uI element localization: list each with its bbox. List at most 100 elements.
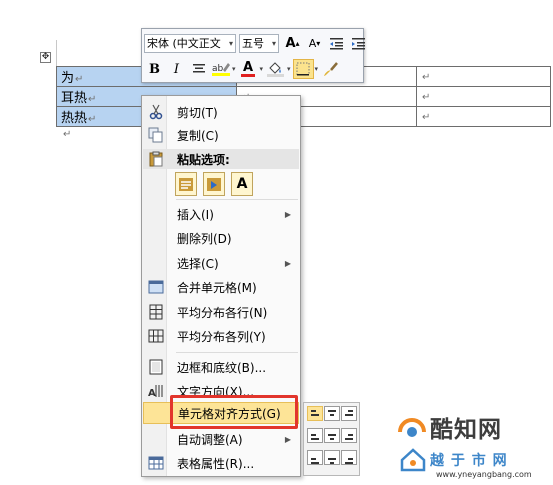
- distribute-columns-icon: [143, 325, 168, 347]
- text-direction-icon: A: [143, 380, 168, 402]
- table-cell[interactable]: ↵: [416, 106, 551, 127]
- chevron-down-icon[interactable]: ▾: [227, 39, 235, 48]
- table-properties-icon: [143, 452, 168, 474]
- menu-item-table-properties[interactable]: 表格属性(R)...: [143, 452, 299, 474]
- submenu-arrow-icon: ▶: [284, 434, 291, 444]
- font-family-value: 宋体 (中文正文: [147, 37, 221, 50]
- document-margin-line: [56, 40, 57, 66]
- menu-item-distribute-rows[interactable]: 平均分布各行(N): [143, 301, 299, 323]
- watermark-brand: 酷知网: [430, 417, 502, 443]
- menu-item-delete-column[interactable]: 删除列(D): [143, 227, 299, 249]
- menu-item-label: 复制(C): [177, 128, 219, 143]
- menu-item-label: 插入(I): [177, 207, 214, 222]
- shrink-font-icon: A: [308, 36, 317, 50]
- paste-keep-formatting-icon[interactable]: [175, 172, 197, 196]
- cell-text: 热热: [61, 111, 88, 126]
- watermark-url: www.yneyangbang.com: [436, 470, 532, 479]
- paste-merge-formatting-icon[interactable]: [203, 172, 225, 196]
- decrease-indent-button[interactable]: [326, 33, 347, 53]
- bold-button[interactable]: B: [144, 59, 165, 79]
- clipboard-icon: [143, 148, 168, 170]
- menu-item-cut[interactable]: 剪切(T): [143, 101, 299, 123]
- chevron-down-icon[interactable]: ▾: [260, 65, 264, 73]
- table-row: 热热↵ ↵: [56, 106, 551, 127]
- italic-icon: I: [173, 61, 180, 77]
- distribute-rows-icon: [143, 301, 168, 323]
- page-border-icon: [143, 356, 168, 378]
- chevron-down-icon[interactable]: ▾: [270, 39, 278, 48]
- paragraph-mark-icon: ↵: [422, 72, 431, 83]
- mini-toolbar-row: 宋体 (中文正文 ▾ 五号 ▾ A ▴ A ▾: [144, 31, 370, 55]
- menu-item-label: 边框和底纹(B)...: [177, 360, 267, 375]
- menu-item-label: 选择(C): [177, 256, 219, 271]
- center-align-button[interactable]: [188, 59, 209, 79]
- table-move-handle-icon[interactable]: ✥: [40, 52, 51, 63]
- paragraph-mark-icon: ↵: [88, 94, 97, 105]
- align-middle-right-button[interactable]: [341, 428, 357, 443]
- watermark: 酷知网 越 于 市 网 www.yneyangbang.com: [392, 408, 552, 485]
- chevron-down-icon[interactable]: ▾: [287, 65, 291, 73]
- font-size-select[interactable]: 五号 ▾: [239, 33, 279, 53]
- chevron-down-icon[interactable]: ▾: [232, 65, 236, 73]
- shading-button[interactable]: [265, 59, 286, 79]
- menu-item-insert[interactable]: 插入(I) ▶: [143, 203, 299, 225]
- align-top-center-button[interactable]: [324, 406, 340, 421]
- menu-separator: [176, 199, 298, 200]
- align-bottom-center-button[interactable]: [324, 450, 340, 465]
- borders-button[interactable]: [292, 59, 314, 79]
- grow-font-button[interactable]: A ▴: [282, 33, 303, 53]
- brush-icon: [323, 62, 338, 76]
- paragraph-mark-icon: ↵: [422, 112, 431, 123]
- align-bottom-right-button[interactable]: [341, 450, 357, 465]
- copy-icon: [143, 124, 168, 146]
- grow-font-icon: A: [285, 35, 296, 51]
- shrink-font-button[interactable]: A ▾: [304, 33, 325, 53]
- svg-text:A: A: [148, 388, 156, 399]
- highlighter-icon: ab: [211, 63, 230, 76]
- menu-item-autofit[interactable]: 自动调整(A) ▶: [143, 428, 299, 450]
- menu-item-label: 合并单元格(M): [177, 280, 257, 295]
- watermark-subtitle: 越 于 市 网: [430, 453, 508, 469]
- cell-alignment-palette: [303, 402, 360, 476]
- font-color-button[interactable]: A: [238, 59, 259, 79]
- menu-separator: [176, 352, 298, 353]
- svg-text:ab: ab: [212, 64, 224, 74]
- table-row: 耳热↵ ↵ ↵: [56, 86, 551, 107]
- increase-indent-icon: [352, 37, 365, 49]
- annotation-highlight-box: [170, 395, 298, 429]
- align-top-left-button[interactable]: [307, 406, 323, 421]
- menu-item-label: 表格属性(R)...: [177, 456, 255, 471]
- paragraph-mark-icon: ↵: [75, 74, 84, 85]
- center-align-icon: [192, 64, 205, 73]
- chevron-down-icon[interactable]: ▾: [315, 65, 319, 73]
- font-color-swatch: [241, 74, 256, 77]
- menu-item-label: 平均分布各行(N): [177, 305, 268, 320]
- menu-item-label: 删除列(D): [177, 231, 232, 246]
- highlight-color-button[interactable]: ab: [210, 59, 231, 79]
- scissors-icon: [143, 101, 168, 123]
- table-cell[interactable]: ↵: [416, 66, 551, 87]
- align-top-right-button[interactable]: [341, 406, 357, 421]
- paragraph-mark-icon: ↵: [63, 129, 72, 140]
- align-bottom-left-button[interactable]: [307, 450, 323, 465]
- menu-item-copy[interactable]: 复制(C): [143, 124, 299, 146]
- table-cell[interactable]: ↵: [416, 86, 551, 107]
- paste-options-label: 粘贴选项:: [177, 152, 230, 167]
- font-size-value: 五号: [242, 37, 264, 50]
- menu-item-label: 自动调整(A): [177, 432, 243, 447]
- increase-indent-button[interactable]: [348, 33, 369, 53]
- align-middle-center-button[interactable]: [324, 428, 340, 443]
- mini-toolbar: 宋体 (中文正文 ▾ 五号 ▾ A ▴ A ▾ B I ab ▾ A ▾ ▾ ▾: [141, 28, 365, 83]
- menu-item-select[interactable]: 选择(C) ▶: [143, 252, 299, 274]
- cell-text: 耳热: [61, 91, 88, 106]
- align-middle-left-button[interactable]: [307, 428, 323, 443]
- mini-toolbar-row: B I ab ▾ A ▾ ▾ ▾: [144, 57, 342, 81]
- format-painter-button[interactable]: [320, 59, 341, 79]
- font-family-select[interactable]: 宋体 (中文正文 ▾: [144, 33, 236, 53]
- italic-button[interactable]: I: [166, 59, 187, 79]
- menu-item-borders-shading[interactable]: 边框和底纹(B)...: [143, 356, 299, 378]
- menu-item-merge-cells[interactable]: 合并单元格(M): [143, 276, 299, 298]
- paste-text-only-icon[interactable]: A: [231, 172, 253, 196]
- menu-item-distribute-columns[interactable]: 平均分布各列(Y): [143, 325, 299, 347]
- paste-options-label-row: 粘贴选项:: [143, 148, 299, 170]
